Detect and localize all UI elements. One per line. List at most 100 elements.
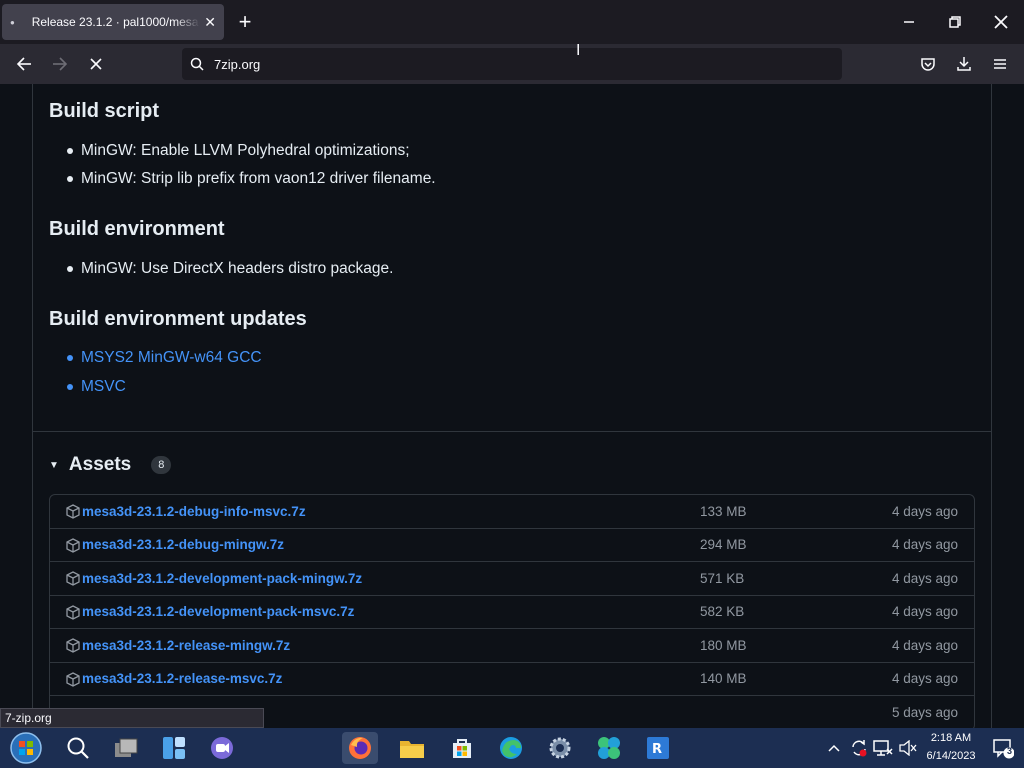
edge-button[interactable] [493, 732, 529, 764]
asset-date: 4 days ago [891, 604, 958, 620]
network-tray-icon[interactable] [870, 732, 896, 764]
section-heading: Build script [49, 100, 160, 122]
asset-row: mesa3d-23.1.2-debug-mingw.7z 294 MB 4 days… [50, 529, 974, 562]
firefox-taskbar-button[interactable] [342, 732, 378, 764]
text-cursor-icon: I [576, 42, 581, 59]
package-icon [66, 537, 80, 553]
asset-size: 582 KB [700, 604, 745, 620]
divider [33, 431, 991, 432]
download-icon [957, 57, 971, 71]
asset-row: mesa3d-23.1.2-debug-info-msvc.7z 133 MB 4 … [50, 495, 974, 529]
clock-time[interactable]: 2:18 AM [922, 732, 980, 744]
asset-row: mesa3d-23.1.2-release-mingw.7z 180 MB 4 da… [50, 629, 974, 663]
list-item: MinGW: Enable LLVM Polyhedral optimizati… [67, 142, 410, 160]
address-bar[interactable]: 7zip.org [182, 48, 842, 80]
asset-link[interactable]: mesa3d-23.1.2-development-pack-msvc.7z [82, 604, 354, 619]
firefox-icon [349, 737, 371, 759]
minimize-icon [904, 21, 914, 23]
widgets-button[interactable] [156, 732, 192, 764]
tab-strip: ● Release 23.1.2 · pal1000/mesa-dist-win… [0, 0, 1024, 44]
msys2-link[interactable]: MSYS2 MinGW-w64 GCC [81, 349, 262, 367]
package-icon [66, 638, 80, 653]
asset-link[interactable]: mesa3d-23.1.2-debug-info-msvc.7z [82, 504, 306, 519]
tab-title: Release 23.1.2 · pal1000/mesa-dist-win [31, 15, 201, 29]
assets-toggle[interactable]: ▼ Assets 8 [49, 454, 172, 476]
tab-close-icon[interactable]: ✕ [204, 14, 216, 31]
app-launcher-button[interactable] [591, 732, 627, 764]
caret-down-icon: ▼ [49, 459, 59, 471]
ide-app-icon: R [647, 737, 669, 759]
volume-tray-icon[interactable] [895, 732, 921, 764]
list-item: MSVC [67, 378, 126, 396]
asset-date: 4 days ago [891, 503, 958, 519]
asset-size: 294 MB [700, 537, 747, 553]
notifications-button[interactable]: 3 [988, 732, 1018, 764]
asset-link[interactable]: mesa3d-23.1.2-debug-mingw.7z [82, 537, 284, 552]
asset-link[interactable]: mesa3d-23.1.2-development-pack-mingw.7z [82, 571, 362, 586]
back-arrow-icon [16, 57, 31, 71]
teams-chat-button[interactable] [204, 732, 240, 764]
restore-icon [949, 16, 961, 28]
package-icon [66, 571, 80, 586]
widgets-icon [163, 737, 185, 759]
package-icon [66, 504, 80, 519]
asset-link[interactable]: mesa3d-23.1.2-release-msvc.7z [82, 671, 282, 686]
pocket-button[interactable] [914, 50, 942, 78]
gear-icon [549, 737, 571, 759]
asset-date: 5 days ago [891, 704, 958, 720]
task-view-button[interactable] [108, 732, 144, 764]
search-icon [67, 737, 89, 759]
search-taskbar-button[interactable] [60, 732, 96, 764]
asset-date: 4 days ago [891, 570, 958, 586]
stop-icon [90, 58, 102, 70]
clock-date[interactable]: 6/14/2023 [922, 750, 980, 762]
section-heading: Build environment updates [49, 308, 307, 330]
edge-icon [500, 737, 522, 759]
sync-tray-icon[interactable] [846, 732, 872, 764]
network-icon [873, 740, 893, 756]
status-url-tooltip: 7-zip.org [0, 708, 264, 728]
chevron-up-icon [828, 744, 840, 752]
menu-button[interactable] [986, 50, 1014, 78]
package-icon [66, 671, 80, 687]
restore-button[interactable] [932, 0, 978, 44]
forward-arrow-icon [53, 57, 68, 71]
sync-icon [852, 740, 867, 757]
volume-muted-icon [899, 740, 917, 756]
svg-text:R: R [652, 742, 662, 757]
downloads-button[interactable] [950, 50, 978, 78]
close-window-button[interactable] [978, 0, 1024, 44]
asset-size: 140 MB [700, 671, 747, 687]
store-button[interactable] [444, 732, 480, 764]
close-icon [994, 15, 1008, 29]
forward-button[interactable] [46, 50, 74, 78]
store-icon [453, 739, 471, 758]
hamburger-icon [994, 59, 1006, 69]
section-heading: Build environment [49, 218, 225, 240]
settings-button[interactable] [542, 732, 578, 764]
loading-dot-icon: ● [10, 17, 15, 27]
taskbar: R 2:18 AM 6/14/2023 3 [0, 728, 1024, 768]
list-item: MinGW: Strip lib prefix from vaon12 driv… [67, 170, 436, 188]
back-button[interactable] [10, 50, 38, 78]
asset-date: 4 days ago [891, 537, 958, 553]
minimize-button[interactable] [886, 0, 932, 44]
assets-list: mesa3d-23.1.2-debug-info-msvc.7z 133 MB 4 … [49, 494, 975, 728]
package-icon [66, 604, 80, 620]
windows-start-icon [10, 732, 42, 764]
rider-app-button[interactable]: R [640, 732, 676, 764]
url-text: 7zip.org [214, 56, 261, 72]
search-icon [190, 57, 204, 71]
assets-label: Assets [68, 454, 132, 475]
start-button[interactable] [8, 732, 44, 764]
browser-tab[interactable]: ● Release 23.1.2 · pal1000/mesa-dist-win… [2, 4, 224, 40]
asset-row: mesa3d-23.1.2-development-pack-mingw.7z 5… [50, 562, 974, 596]
asset-link[interactable]: mesa3d-23.1.2-release-mingw.7z [82, 638, 290, 653]
stop-loading-button[interactable] [82, 50, 110, 78]
chat-icon [211, 737, 233, 759]
file-explorer-button[interactable] [394, 732, 430, 764]
msvc-link[interactable]: MSVC [81, 378, 126, 396]
new-tab-button[interactable]: + [232, 8, 258, 36]
show-hidden-icons-button[interactable] [820, 732, 848, 764]
asset-date: 4 days ago [891, 637, 958, 653]
